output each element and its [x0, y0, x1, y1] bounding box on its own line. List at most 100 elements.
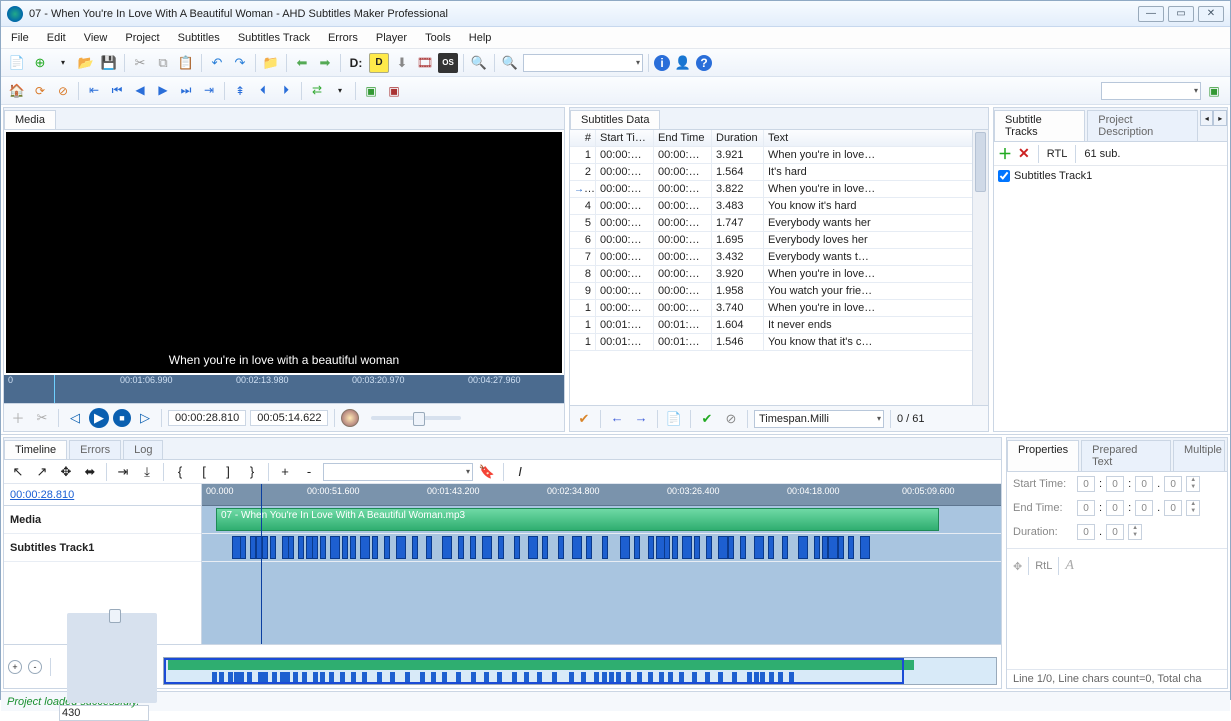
- track-checkbox[interactable]: [998, 170, 1010, 182]
- stop-button[interactable]: ■: [113, 409, 131, 427]
- end-ms[interactable]: [1164, 500, 1182, 516]
- film-icon[interactable]: 🎞: [415, 53, 435, 73]
- search-icon[interactable]: 🔍: [469, 53, 489, 73]
- globe-icon[interactable]: ⊘: [53, 81, 73, 101]
- export-icon[interactable]: ➡: [315, 53, 335, 73]
- table-row[interactable]: 900:00:…00:00:…1.958You watch your frie…: [570, 283, 988, 300]
- props-rtl[interactable]: RtL: [1035, 560, 1052, 572]
- tl-pointer-icon[interactable]: ↗: [32, 462, 52, 482]
- tab-log[interactable]: Log: [123, 440, 163, 459]
- table-row[interactable]: 400:00:…00:00:…3.483You know it's hard: [570, 198, 988, 215]
- plus-icon[interactable]: ＋: [8, 408, 28, 428]
- zoom-icon[interactable]: 🔍: [500, 53, 520, 73]
- tab-media[interactable]: Media: [4, 110, 56, 129]
- rtl-toggle[interactable]: RTL: [1047, 148, 1068, 160]
- rewind-icon[interactable]: ⏮: [107, 81, 127, 101]
- props-move-icon[interactable]: ✥: [1013, 560, 1022, 573]
- timeline-canvas[interactable]: 00.000 00:00:51.600 00:01:43.200 00:02:3…: [202, 484, 1001, 644]
- table-row[interactable]: 100:00:…00:00:…3.921When you're in love…: [570, 147, 988, 164]
- start-ms[interactable]: [1164, 476, 1182, 492]
- new-icon[interactable]: 📄: [7, 53, 27, 73]
- video-preview[interactable]: When you're in love with a beautiful wom…: [6, 132, 562, 373]
- last-icon[interactable]: ⇥: [199, 81, 219, 101]
- timeline-ruler[interactable]: 00.000 00:00:51.600 00:01:43.200 00:02:3…: [202, 484, 1001, 506]
- menu-player[interactable]: Player: [376, 32, 407, 44]
- cut-icon[interactable]: ✂: [130, 53, 150, 73]
- playhead[interactable]: [261, 484, 262, 644]
- video-d-icon[interactable]: D: [369, 53, 389, 73]
- open-icon[interactable]: 📂: [76, 53, 96, 73]
- prev-icon[interactable]: ◀: [130, 81, 150, 101]
- folder-icon[interactable]: 📁: [261, 53, 281, 73]
- zoom-in-icon[interactable]: +: [8, 660, 22, 674]
- end-spinner[interactable]: ▲▼: [1186, 500, 1200, 516]
- deny-icon[interactable]: ⊘: [721, 409, 741, 429]
- step-fwd-icon[interactable]: ▷: [135, 408, 155, 428]
- tab-properties[interactable]: Properties: [1007, 440, 1079, 471]
- table-row[interactable]: 500:00:…00:00:…1.747Everybody wants her: [570, 215, 988, 232]
- tab-subtitle-tracks[interactable]: Subtitle Tracks: [994, 110, 1085, 141]
- timeline-subs-lane[interactable]: [202, 534, 1001, 562]
- download-icon[interactable]: ⬇: [392, 53, 412, 73]
- tracks-list[interactable]: Subtitles Track1: [994, 166, 1227, 431]
- table-row[interactable]: 800:00:…00:00:…3.920When you're in love…: [570, 266, 988, 283]
- play-button[interactable]: ▶: [89, 408, 109, 428]
- tabs-left-icon[interactable]: ◂: [1200, 110, 1214, 126]
- tl-hand-icon[interactable]: ⬌: [80, 462, 100, 482]
- user-icon[interactable]: 👤: [673, 53, 693, 73]
- check-icon[interactable]: ✔: [574, 409, 594, 429]
- zoom-out-icon[interactable]: -: [28, 660, 42, 674]
- tab-project-description[interactable]: Project Description: [1087, 110, 1198, 141]
- zoom-input[interactable]: [59, 705, 149, 721]
- track-item[interactable]: Subtitles Track1: [998, 170, 1223, 182]
- tab-subtitles-data[interactable]: Subtitles Data: [570, 110, 660, 129]
- tl-brace-l-icon[interactable]: {: [170, 462, 190, 482]
- tl-out-icon[interactable]: ⤓: [137, 462, 157, 482]
- shift-right-icon[interactable]: ⏵: [276, 81, 296, 101]
- refresh-icon[interactable]: ⟳: [30, 81, 50, 101]
- menu-project[interactable]: Project: [125, 32, 159, 44]
- tl-combo[interactable]: [323, 463, 473, 481]
- end-m[interactable]: [1106, 500, 1124, 516]
- undo-icon[interactable]: ↶: [207, 53, 227, 73]
- menu-edit[interactable]: Edit: [47, 32, 66, 44]
- dur-ms[interactable]: [1106, 524, 1124, 540]
- add-track-icon[interactable]: ＋: [998, 144, 1012, 164]
- menu-errors[interactable]: Errors: [328, 32, 358, 44]
- dur-s[interactable]: [1077, 524, 1095, 540]
- step-back-icon[interactable]: ◁: [65, 408, 85, 428]
- tab-timeline[interactable]: Timeline: [4, 440, 67, 459]
- disc-icon[interactable]: [341, 409, 359, 427]
- rec-start-icon[interactable]: ▣: [361, 81, 381, 101]
- table-row[interactable]: 100:01:…00:01:…1.546You know that it's c…: [570, 334, 988, 351]
- end-s[interactable]: [1135, 500, 1153, 516]
- forward-icon[interactable]: ⏭: [176, 81, 196, 101]
- menu-tools[interactable]: Tools: [425, 32, 451, 44]
- cut-play-icon[interactable]: ✂: [32, 408, 52, 428]
- accept-icon[interactable]: ✔: [697, 409, 717, 429]
- table-row[interactable]: 700:00:…00:00:…3.432Everybody wants t…: [570, 249, 988, 266]
- save-icon[interactable]: 💾: [99, 53, 119, 73]
- media-ruler[interactable]: 0 00:01:06.990 00:02:13.980 00:03:20.970…: [4, 375, 564, 403]
- tab-prepared-text[interactable]: Prepared Text: [1081, 440, 1171, 471]
- dur-spinner[interactable]: ▲▼: [1128, 524, 1142, 540]
- menu-subtitles-track[interactable]: Subtitles Track: [238, 32, 310, 44]
- tabs-right-icon[interactable]: ▸: [1213, 110, 1227, 126]
- grid-scrollbar[interactable]: [972, 130, 988, 405]
- format-combo[interactable]: Timespan.Milli: [754, 410, 884, 428]
- close-button[interactable]: ✕: [1198, 6, 1224, 22]
- menu-subtitles[interactable]: Subtitles: [178, 32, 220, 44]
- tab-multiple[interactable]: Multiple: [1173, 440, 1225, 471]
- home-icon[interactable]: 🏠: [7, 81, 27, 101]
- subtitles-grid[interactable]: # Start Ti… End Time Duration Text 100:0…: [570, 130, 988, 405]
- track-action-icon[interactable]: ▣: [1204, 81, 1224, 101]
- tl-cursor-icon[interactable]: ↖: [8, 462, 28, 482]
- add-icon[interactable]: ⊕: [30, 53, 50, 73]
- maximize-button[interactable]: ▭: [1168, 6, 1194, 22]
- start-s[interactable]: [1135, 476, 1153, 492]
- next-icon[interactable]: ▶: [153, 81, 173, 101]
- redo-icon[interactable]: ↷: [230, 53, 250, 73]
- volume-slider[interactable]: [371, 416, 461, 420]
- end-h[interactable]: [1077, 500, 1095, 516]
- dropdown-icon[interactable]: ▾: [53, 53, 73, 73]
